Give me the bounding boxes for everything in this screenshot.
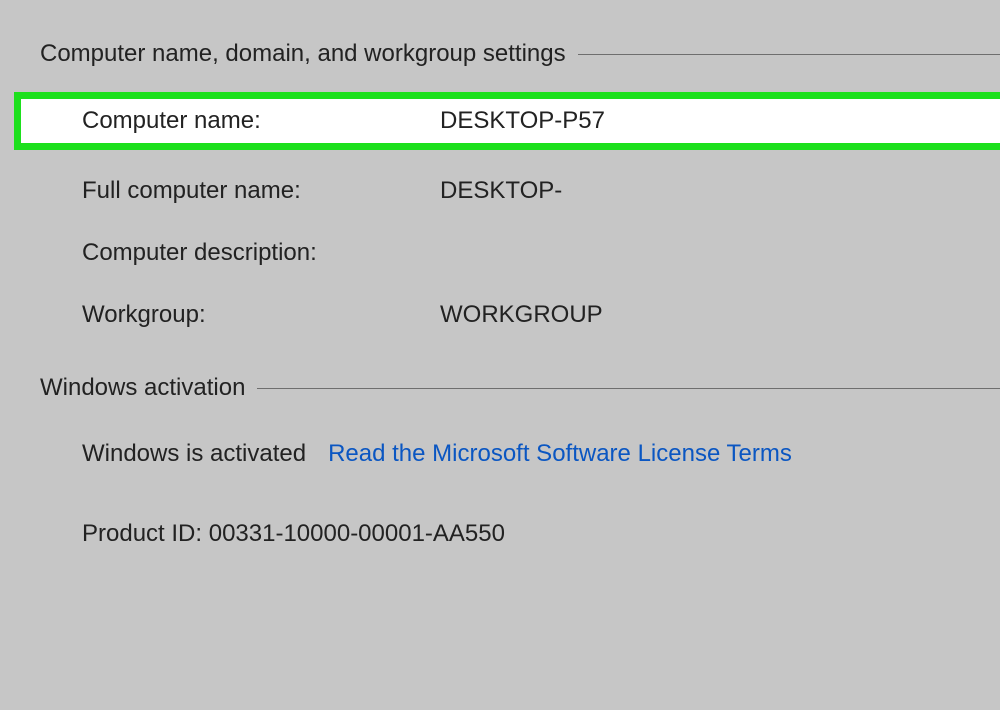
section-divider <box>578 54 1000 55</box>
activation-line: Windows is activated Read the Microsoft … <box>82 440 792 468</box>
label-workgroup: Workgroup: <box>0 301 440 329</box>
row-workgroup: Workgroup: WORKGROUP <box>0 284 1000 346</box>
license-terms-link[interactable]: Read the Microsoft Software License Term… <box>328 440 792 468</box>
section-header-activation: Windows activation <box>0 374 1000 402</box>
row-full-computer-name: Full computer name: DESKTOP- <box>0 160 1000 222</box>
section-title-activation: Windows activation <box>40 374 245 402</box>
activation-status-text: Windows is activated <box>82 440 306 468</box>
label-full-computer-name: Full computer name: <box>0 177 440 205</box>
value-workgroup: WORKGROUP <box>440 301 603 329</box>
label-computer-name: Computer name: <box>0 107 440 135</box>
value-computer-name: DESKTOP-P57 <box>440 107 605 135</box>
row-computer-name: Computer name: DESKTOP-P57 <box>0 92 1000 150</box>
label-computer-description: Computer description: <box>0 239 440 267</box>
product-id-label: Product ID: <box>82 520 209 547</box>
section-divider <box>257 388 1000 389</box>
row-computer-description: Computer description: <box>0 222 1000 284</box>
product-id-value: 00331-10000-00001-AA550 <box>209 520 505 547</box>
value-full-computer-name: DESKTOP- <box>440 177 562 205</box>
section-title-computer-name: Computer name, domain, and workgroup set… <box>40 40 566 68</box>
section-header-computer-name: Computer name, domain, and workgroup set… <box>0 0 1000 68</box>
product-id-line: Product ID: 00331-10000-00001-AA550 <box>82 520 505 548</box>
